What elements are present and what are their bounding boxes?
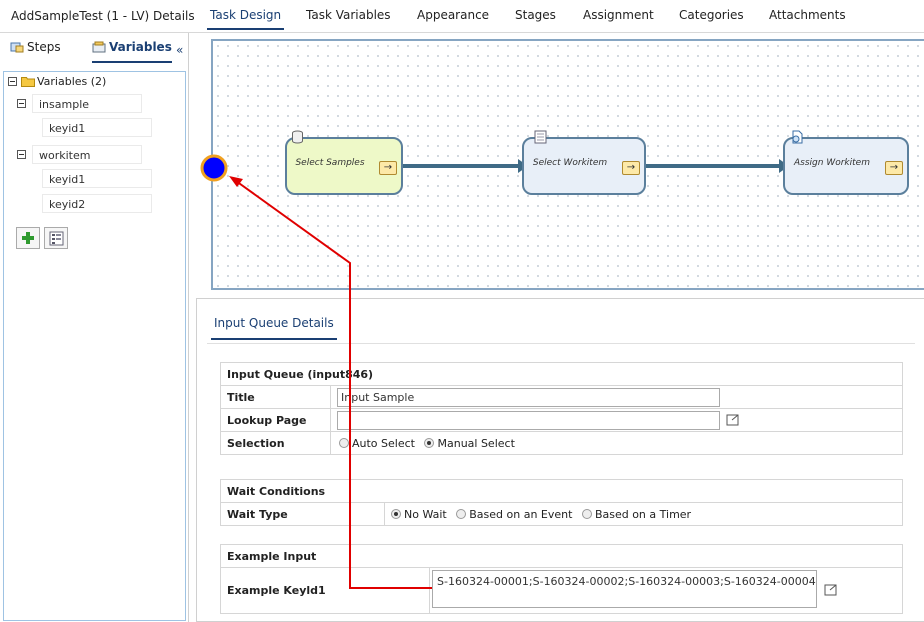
node-label: Select Samples [295,158,365,168]
key-workitem-keyid2[interactable]: keyid2 [42,194,152,213]
top-bar: AddSampleTest (1 - LV) Details Task Desi… [0,0,924,33]
tab-assignment[interactable]: Assignment [583,8,654,22]
section-header-input-queue: Input Queue (input846) [220,362,903,386]
properties-icon [49,231,64,246]
steps-icon [10,42,24,53]
tab-appearance[interactable]: Appearance [417,8,489,22]
input-queue-table: Input Queue (input846) Title Input Sampl… [220,362,903,455]
no-wait-radio[interactable] [391,508,401,519]
collapse-insample-toggle[interactable] [17,99,26,108]
node-select-samples[interactable]: Select Samples → [285,130,403,195]
wait-type-label: Wait Type [220,502,385,526]
event-wait-radio[interactable] [456,508,467,519]
variables-tree: Variables (2) insample keyid1 workitem k… [3,71,186,621]
tab-variables[interactable]: Variables [92,40,172,63]
page-title: AddSampleTest (1 - LV) Details [11,9,195,23]
plus-icon [22,232,34,244]
design-canvas[interactable]: Select Samples → Select Workitem → Assig… [211,39,924,290]
title-input[interactable]: Input Sample [337,387,720,407]
timer-wait-label: Based on a Timer [594,507,692,521]
tab-task-design[interactable]: Task Design [206,8,285,30]
variable-workitem[interactable]: workitem [32,145,142,164]
tree-root-label: Variables (2) [37,75,107,88]
collapse-panel-button[interactable]: « [176,43,183,57]
title-label: Title [220,385,331,409]
exit-arrow-icon[interactable]: → [885,161,903,175]
tab-attachments[interactable]: Attachments [769,8,846,22]
example-keyid1-label: Example Keyld1 [220,567,430,614]
tab-input-queue-details[interactable]: Input Queue Details [211,316,337,340]
auto-select-label: Auto Select [352,436,415,450]
variables-icon [92,41,106,53]
variable-insample[interactable]: insample [32,94,142,113]
assign-icon [792,130,803,144]
selection-label: Selection [220,431,331,455]
add-variable-button[interactable] [16,227,40,249]
key-workitem-keyid1[interactable]: keyid1 [42,169,152,188]
timer-wait-radio[interactable] [581,508,592,519]
section-header-wait-conditions: Wait Conditions [220,479,903,503]
left-panel: Steps Variables « Variables (2) insample… [0,33,189,622]
tab-steps-label: Steps [27,40,61,54]
open-example-icon[interactable] [824,584,838,596]
collapse-workitem-toggle[interactable] [17,150,26,159]
node-label: Assign Workitem [794,158,870,168]
list-icon [534,130,547,144]
lookup-page-input[interactable] [337,410,720,430]
open-lookup-icon[interactable] [726,414,740,426]
node-select-workitem[interactable]: Select Workitem → [522,130,646,195]
no-wait-label: No Wait [404,507,447,521]
divider [207,343,915,344]
database-icon [292,130,303,144]
details-panel: Input Queue Details Input Queue (input84… [196,298,924,622]
tab-categories[interactable]: Categories [679,8,744,22]
manual-select-label: Manual Select [437,436,515,450]
event-wait-label: Based on an Event [469,507,573,521]
tab-stages[interactable]: Stages [515,8,556,22]
node-label: Select Workitem [532,158,608,168]
tab-variables-label: Variables [109,40,172,54]
variable-properties-button[interactable] [44,227,68,249]
key-insample-keyid1[interactable]: keyid1 [42,118,152,137]
collapse-variables-toggle[interactable] [8,77,17,86]
lookup-page-label: Lookup Page [220,408,331,432]
auto-select-radio[interactable] [339,437,349,448]
exit-arrow-icon[interactable]: → [622,161,640,175]
tab-task-variables[interactable]: Task Variables [306,8,391,22]
manual-select-radio[interactable] [424,437,435,448]
folder-icon [21,77,35,87]
wait-conditions-table: Wait Conditions Wait Type No Wait Based … [220,479,903,526]
exit-arrow-icon[interactable]: → [379,161,397,175]
section-header-example-input: Example Input [219,544,904,568]
example-keyid1-textarea[interactable]: S-160324-00001;S-160324-00002;S-160324-0… [432,570,817,608]
node-assign-workitem[interactable]: Assign Workitem → [783,130,909,195]
tab-steps[interactable]: Steps [10,40,61,54]
